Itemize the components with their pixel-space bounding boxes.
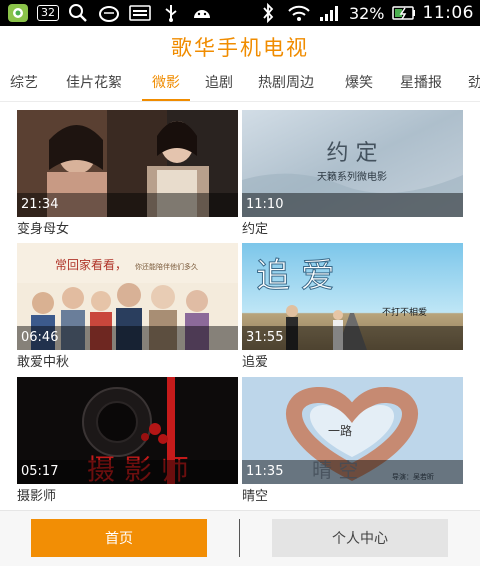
video-thumbnail[interactable]: 常回家看看， 你还能陪伴他们多久 06:46 [17, 243, 238, 350]
keyboard-icon [128, 3, 152, 23]
video-title[interactable]: 晴空 [242, 489, 463, 505]
android-icon [190, 3, 214, 23]
wifi-icon [287, 3, 311, 23]
video-card[interactable]: 追 爱 不打不相爱 31:55 追爱 [242, 243, 463, 371]
category-tabs: 综艺 佳片花絮 微影 追剧 热剧周边 爆笑 星播报 劲 [0, 68, 480, 102]
video-card[interactable]: 约 定 天籁系列微电影 11:10 约定 [242, 110, 463, 238]
profile-button[interactable]: 个人中心 [272, 519, 448, 557]
poster-subtitle: 你还能陪伴他们多久 [135, 262, 198, 271]
bottom-nav-divider [239, 519, 240, 557]
video-thumbnail[interactable]: 一路 晴 空 导演：吴若昕 11:35 [242, 377, 463, 484]
video-title[interactable]: 追爱 [242, 355, 463, 371]
poster-title: 追 爱 [256, 256, 335, 296]
app-title: 歌华手机电视 [171, 36, 309, 60]
notification-count-badge: 32 [37, 5, 59, 21]
video-thumbnail[interactable]: 21:34 [17, 110, 238, 217]
video-grid: 21:34 变身母女 约 定 天籁系列微电影 11:10 约定 常回家看看， 你… [0, 102, 480, 510]
cat-face-icon [97, 3, 121, 23]
battery-percent: 32% [348, 3, 385, 23]
video-thumbnail[interactable]: 约 定 天籁系列微电影 11:10 [242, 110, 463, 217]
signal-icon [318, 3, 342, 23]
tab-series[interactable]: 追剧 [205, 68, 233, 101]
video-thumbnail[interactable]: 追 爱 不打不相爱 31:55 [242, 243, 463, 350]
bluetooth-icon [256, 3, 280, 23]
video-duration: 05:17 [17, 460, 238, 484]
tab-micro-films[interactable]: 微影 [142, 68, 190, 101]
video-title[interactable]: 约定 [242, 222, 463, 238]
video-title[interactable]: 摄影师 [17, 489, 238, 505]
video-title[interactable]: 敢爱中秋 [17, 355, 238, 371]
poster-mark: 一路 [328, 423, 352, 438]
video-duration: 06:46 [17, 326, 238, 350]
usb-icon [159, 3, 183, 23]
tab-drama-extras[interactable]: 热剧周边 [258, 68, 314, 101]
tab-comedy[interactable]: 爆笑 [345, 68, 373, 101]
video-duration: 11:10 [242, 193, 463, 217]
poster-subtitle: 不打不相爱 [382, 306, 427, 318]
tab-star-news[interactable]: 星播报 [400, 68, 442, 101]
status-bar: 32 32% 11:06 [0, 0, 480, 26]
video-thumbnail[interactable]: 摄 影 师 05:17 [17, 377, 238, 484]
video-duration: 21:34 [17, 193, 238, 217]
poster-subtitle: 天籁系列微电影 [317, 170, 387, 183]
poster-title: 常回家看看， [55, 257, 127, 272]
video-title[interactable]: 变身母女 [17, 222, 238, 238]
tab-more[interactable]: 劲 [468, 68, 480, 101]
app-notification-icon [6, 3, 30, 23]
app-header: 歌华手机电视 [0, 26, 480, 68]
video-card[interactable]: 摄 影 师 05:17 摄影师 [17, 377, 238, 505]
video-card[interactable]: 一路 晴 空 导演：吴若昕 11:35 晴空 [242, 377, 463, 505]
bottom-nav: 首页 个人中心 [0, 510, 480, 566]
video-card[interactable]: 常回家看看， 你还能陪伴他们多久 06:46 敢爱中秋 [17, 243, 238, 371]
video-duration: 31:55 [242, 326, 463, 350]
video-card[interactable]: 21:34 变身母女 [17, 110, 238, 238]
video-duration: 11:35 [242, 460, 463, 484]
tab-variety[interactable]: 综艺 [10, 68, 38, 101]
clock: 11:06 [422, 3, 474, 23]
search-icon [66, 3, 90, 23]
poster-title: 约 定 [327, 141, 378, 166]
home-button[interactable]: 首页 [31, 519, 207, 557]
battery-charging-icon [391, 3, 416, 23]
tab-film-clips[interactable]: 佳片花絮 [66, 68, 122, 101]
